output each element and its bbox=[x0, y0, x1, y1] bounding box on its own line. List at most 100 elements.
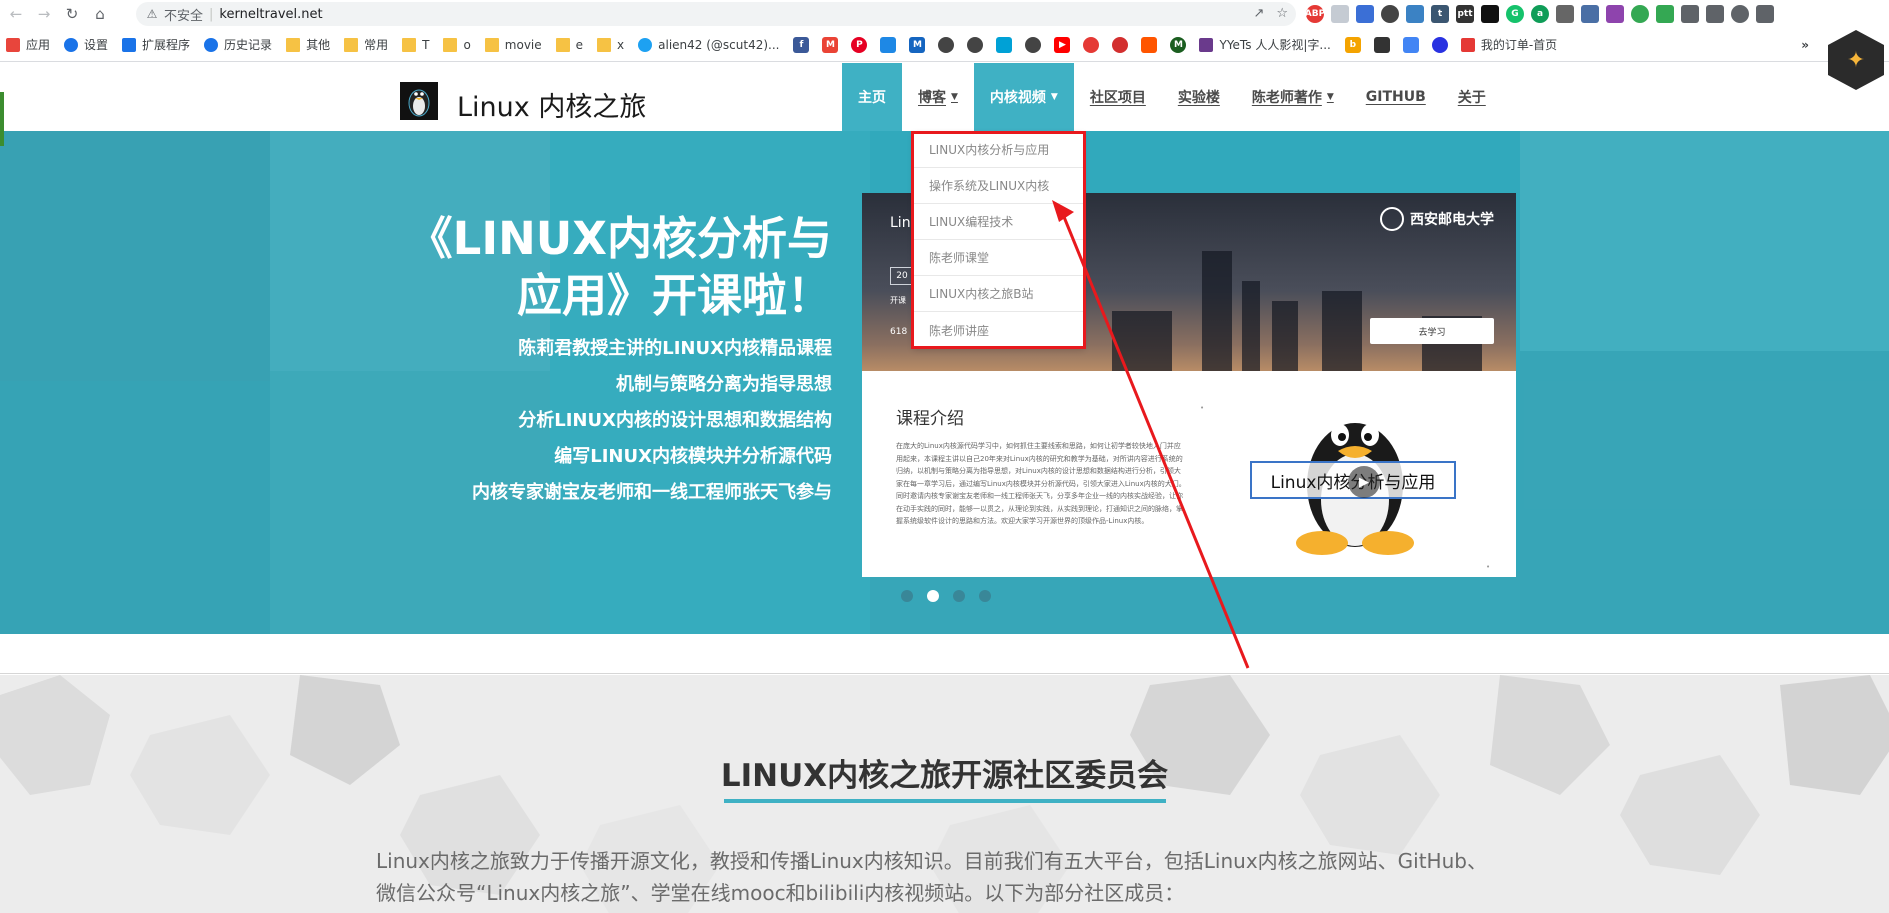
bookmark-extensions[interactable]: 扩展程序 bbox=[122, 36, 190, 53]
bookmark-site-icon[interactable]: M bbox=[909, 36, 926, 53]
camera-icon[interactable] bbox=[1406, 5, 1424, 23]
hero-line: 编写LINUX内核模块并分析源代码 bbox=[554, 446, 832, 467]
bookmark-folder[interactable]: x bbox=[597, 37, 624, 52]
dropdown-item-kernel-analysis[interactable]: LINUX内核分析与应用 bbox=[913, 132, 1084, 168]
play-icon[interactable]: ▶ bbox=[1348, 466, 1380, 498]
star-icon[interactable]: ☆ bbox=[1276, 6, 1288, 21]
grammarly-icon[interactable]: G bbox=[1506, 5, 1524, 23]
caret-down-icon: ▼ bbox=[951, 92, 958, 102]
bookmark-settings[interactable]: 设置 bbox=[64, 36, 108, 53]
bookmark-site-icon[interactable]: b bbox=[1344, 36, 1361, 53]
yyets-icon bbox=[1199, 37, 1214, 52]
bookmark-folder[interactable]: 常用 bbox=[344, 36, 388, 53]
bookmark-folder[interactable]: 其他 bbox=[286, 36, 330, 53]
carousel-dot-active[interactable] bbox=[927, 590, 939, 602]
arrow-left-icon[interactable]: ← bbox=[4, 2, 28, 26]
bookmark-folder[interactable]: T bbox=[402, 37, 429, 52]
facebook-icon[interactable]: f bbox=[793, 36, 810, 53]
bookmark-site-icon[interactable] bbox=[1083, 36, 1100, 53]
extension-icon[interactable]: a bbox=[1531, 5, 1549, 23]
dropdown-item-linux-programming[interactable]: LINUX编程技术 bbox=[913, 204, 1084, 240]
tux-logo-icon[interactable] bbox=[400, 82, 438, 120]
microphone-icon[interactable] bbox=[1373, 36, 1390, 53]
nav-item-blog[interactable]: 博客 ▼ bbox=[902, 63, 974, 131]
extension-icon[interactable] bbox=[1606, 5, 1624, 23]
nav-item-kernel-video[interactable]: 内核视频 ▼ bbox=[973, 63, 1074, 131]
university-seal-icon bbox=[1380, 207, 1404, 231]
nav-item-lab[interactable]: 实验楼 bbox=[1162, 63, 1236, 131]
nav-item-community-projects[interactable]: 社区项目 bbox=[1074, 63, 1162, 131]
puzzle-icon[interactable] bbox=[1681, 5, 1699, 23]
extension-icon[interactable] bbox=[1581, 5, 1599, 23]
nav-item-about[interactable]: 关于 bbox=[1442, 63, 1502, 131]
share-icon[interactable]: ↗ bbox=[1253, 6, 1264, 21]
extension-icon[interactable] bbox=[1656, 5, 1674, 23]
main-nav: 主页 博客 ▼ 内核视频 ▼ 社区项目 实验楼 陈老师著作 ▼ GITHUB 关于 bbox=[842, 63, 1502, 131]
tumblr-icon[interactable]: t bbox=[1431, 5, 1449, 23]
profile-icon[interactable] bbox=[1731, 5, 1749, 23]
hero-line: 机制与策略分离为指导思想 bbox=[616, 374, 832, 395]
carousel-indicators bbox=[901, 590, 991, 602]
decor-dot: • bbox=[1486, 563, 1491, 571]
nav-item-books[interactable]: 陈老师著作 ▼ bbox=[1236, 63, 1350, 131]
menu-icon[interactable] bbox=[1756, 5, 1774, 23]
site-title[interactable]: Linux 内核之旅 bbox=[457, 85, 646, 124]
bookmark-site-icon[interactable] bbox=[938, 36, 955, 53]
gmail-icon[interactable]: M bbox=[822, 36, 839, 53]
baidu-icon[interactable] bbox=[1431, 36, 1448, 53]
soundcloud-icon[interactable] bbox=[1141, 36, 1158, 53]
kernel-video-dropdown: LINUX内核分析与应用 操作系统及LINUX内核 LINUX编程技术 陈老师课… bbox=[913, 132, 1084, 348]
dropdown-item-lectures[interactable]: 陈老师讲座 bbox=[913, 312, 1084, 348]
bilibili-icon[interactable] bbox=[996, 36, 1013, 53]
bookmark-twitter[interactable]: alien42 (@scut42)... bbox=[638, 37, 779, 52]
extension-icon[interactable] bbox=[1331, 5, 1349, 23]
side-tab[interactable] bbox=[0, 92, 4, 146]
warning-icon[interactable]: ⚠ bbox=[144, 6, 160, 22]
browser-toolbar: ← → ↻ ⌂ ⚠ 不安全 | kerneltravel.net ↗ ☆ ABP… bbox=[0, 0, 1889, 28]
dropdown-item-bilibili[interactable]: LINUX内核之旅B站 bbox=[913, 276, 1084, 312]
bookmark-label: 设置 bbox=[84, 38, 109, 52]
pinterest-icon[interactable]: P bbox=[851, 36, 868, 53]
extension-icon[interactable] bbox=[1631, 5, 1649, 23]
more-bookmarks-button[interactable]: » bbox=[1801, 38, 1809, 52]
docs-icon[interactable] bbox=[1402, 36, 1419, 53]
url-text[interactable]: kerneltravel.net bbox=[219, 7, 322, 22]
bookmark-site-icon[interactable] bbox=[1025, 36, 1042, 53]
hero-line: 内核专家谢宝友老师和一线工程师张天飞参与 bbox=[472, 482, 832, 503]
dropdown-item-chen-class[interactable]: 陈老师课堂 bbox=[913, 240, 1084, 276]
bookmark-site-icon[interactable] bbox=[880, 36, 897, 53]
bookmark-site-icon[interactable]: M bbox=[1170, 36, 1187, 53]
home-icon[interactable]: ⌂ bbox=[88, 2, 112, 26]
nav-item-github[interactable]: GITHUB bbox=[1350, 63, 1442, 131]
dropdown-item-os-kernel[interactable]: 操作系统及LINUX内核 bbox=[913, 168, 1084, 204]
bookmark-orders[interactable]: 我的订单-首页 bbox=[1460, 36, 1557, 53]
extension-icon[interactable] bbox=[1356, 5, 1374, 23]
building-shape bbox=[1272, 301, 1298, 371]
carousel-dot[interactable] bbox=[953, 590, 965, 602]
bookmark-yyets[interactable]: YYeTs 人人影视|字... bbox=[1199, 36, 1331, 53]
go-learn-button[interactable]: 去学习 bbox=[1370, 318, 1494, 344]
bookmark-folder[interactable]: movie bbox=[484, 37, 542, 52]
adblock-icon[interactable]: ABP bbox=[1305, 5, 1325, 23]
address-bar[interactable]: ⚠ 不安全 | kerneltravel.net ↗ ☆ bbox=[136, 2, 1296, 26]
decor-dot: • bbox=[1200, 404, 1205, 412]
arrow-right-icon[interactable]: → bbox=[32, 2, 56, 26]
netease-music-icon[interactable] bbox=[1112, 36, 1129, 53]
carousel-dot[interactable] bbox=[979, 590, 991, 602]
music-icon[interactable] bbox=[1706, 5, 1724, 23]
nav-item-home[interactable]: 主页 bbox=[842, 63, 902, 131]
extension-icon[interactable] bbox=[1481, 5, 1499, 23]
youtube-icon[interactable]: ▶ bbox=[1054, 36, 1071, 53]
ptt-icon[interactable]: ptt bbox=[1456, 5, 1474, 23]
hero-title-line: 《LINUX内核分析与 bbox=[407, 212, 832, 265]
reload-icon[interactable]: ↻ bbox=[60, 2, 84, 26]
bookmark-site-icon[interactable] bbox=[967, 36, 984, 53]
extension-icon[interactable] bbox=[1381, 5, 1399, 23]
carousel-dot[interactable] bbox=[901, 590, 913, 602]
bookmark-history[interactable]: 历史记录 bbox=[204, 36, 272, 53]
extension-icon[interactable] bbox=[1556, 5, 1574, 23]
security-label[interactable]: 不安全 bbox=[164, 5, 203, 24]
bookmark-folder[interactable]: o bbox=[443, 37, 471, 52]
bookmark-folder[interactable]: e bbox=[555, 37, 583, 52]
bookmark-apps[interactable]: 应用 bbox=[6, 36, 50, 53]
